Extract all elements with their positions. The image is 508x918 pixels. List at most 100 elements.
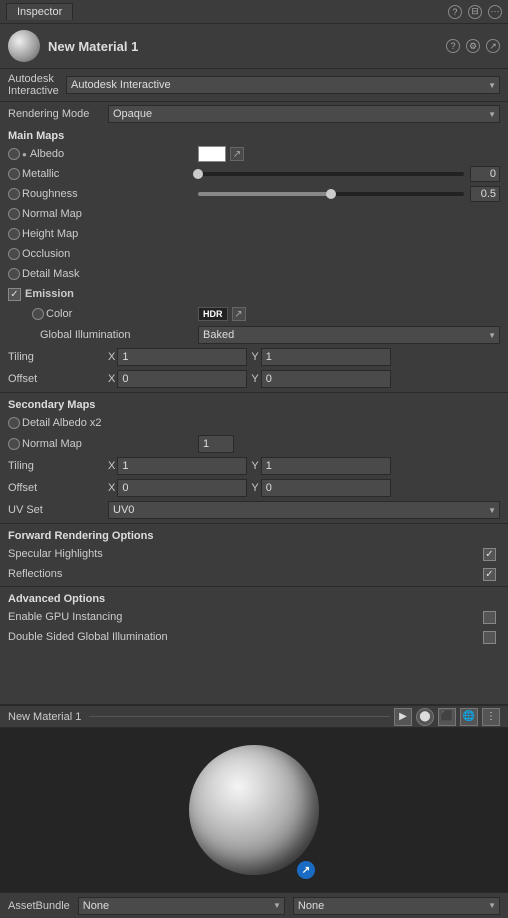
secondary-maps-header: Secondary Maps [0,395,508,413]
secondary-normalmap-icon [8,438,20,450]
offset2-xy-fields: X Y [108,479,500,497]
tiling-row: Tiling X Y [0,346,508,368]
normalmap-row: Normal Map [0,204,508,224]
more-icon[interactable]: ⋯ [488,5,502,19]
uvset-dropdown[interactable]: UV0 [108,501,500,519]
tiling2-label: Tiling [8,460,108,472]
offset2-x-label: X [108,482,115,494]
roughness-thumb [326,189,336,199]
material-name: New Material 1 [48,39,438,54]
preview-mode-btn[interactable]: 🌐 [460,708,478,726]
help-icon[interactable]: ? [448,5,462,19]
properties-scroll[interactable]: Rendering Mode Opaque ▼ Main Maps Albedo… [0,102,508,742]
preview-interact-btn[interactable]: ↗ [297,861,315,879]
specular-label: Specular Highlights [8,548,483,560]
detail-albedo-row: Detail Albedo x2 [0,413,508,433]
material-header: New Material 1 ? ⚙ ↗ [0,24,508,69]
offset2-x-field[interactable] [117,479,247,497]
expand-material-icon[interactable]: ↗ [486,39,500,53]
secondary-normalmap-label-group: Normal Map [8,438,198,450]
reflections-label: Reflections [8,568,483,580]
tiling2-x-field[interactable] [117,457,247,475]
offset-y-group: Y [251,370,390,388]
heightmap-circle-icon [8,228,20,240]
tiling-y-field[interactable] [261,348,391,366]
preview-interact-icon: ↗ [302,865,310,876]
asset-bundle-dropdown[interactable]: None [78,897,285,915]
metallic-value[interactable]: 0 [470,166,500,182]
offset-y-field[interactable] [261,370,391,388]
preview-more-btn[interactable]: ⋮ [482,708,500,726]
inspector-tab-label: Inspector [17,6,62,18]
offset-x-field[interactable] [117,370,247,388]
shader-row: Autodesk Interactive Autodesk Interactiv… [0,69,508,102]
emission-color-circle-icon [32,308,44,320]
roughness-slider-track[interactable] [198,192,464,196]
detailmask-label: Detail Mask [22,268,122,280]
asset-bundle-dropdown-wrapper[interactable]: None ▼ [78,897,285,915]
help-material-icon[interactable]: ? [446,39,460,53]
metallic-slider-container: 0 [198,166,500,182]
secondary-normalmap-field[interactable] [198,435,234,453]
tiling-x-label: X [108,351,115,363]
albedo-color-swatch[interactable] [198,146,226,162]
asset-bundle-bar: AssetBundle None ▼ None ▼ [0,892,508,918]
roughness-value[interactable]: 0.5 [470,186,500,202]
secondary-normalmap-label: Normal Map [22,438,122,450]
asset-bundle-variant-wrapper[interactable]: None ▼ [293,897,500,915]
preview-icons: ▶ ⬤ ⬛ 🌐 ⋮ [394,708,500,726]
detail-albedo-label-group: Detail Albedo x2 [8,417,198,429]
preview-sphere-btn[interactable]: ⬤ [416,708,434,726]
tiling2-xy-fields: X Y [108,457,500,475]
shader-dropdown[interactable]: Autodesk Interactive [66,76,500,94]
detailmask-circle-icon [8,268,20,280]
reflections-row: Reflections [0,564,508,584]
tiling-y-group: Y [251,348,390,366]
main-maps-label: Main Maps [8,130,64,142]
emission-checkbox[interactable] [8,288,21,301]
main-maps-header: Main Maps [0,126,508,144]
preview-cube-btn[interactable]: ⬛ [438,708,456,726]
shader-label: Autodesk Interactive [8,73,58,97]
forward-rendering-label: Forward Rendering Options [8,530,153,542]
double-sided-gi-checkbox[interactable] [483,631,496,644]
hdr-button[interactable]: HDR [198,307,228,321]
reflections-checkbox[interactable] [483,568,496,581]
asset-bundle-variant-dropdown[interactable]: None [293,897,500,915]
forward-rendering-header: Forward Rendering Options [0,526,508,544]
gi-label: Global Illumination [40,329,131,341]
offset2-y-field[interactable] [261,479,391,497]
preview-name: New Material 1 [8,711,81,723]
metallic-slider-track[interactable] [198,172,464,176]
gpu-instancing-checkbox[interactable] [483,611,496,624]
preview-play-btn[interactable]: ▶ [394,708,412,726]
tiling2-y-group: Y [251,457,390,475]
gi-dropdown[interactable]: Baked [198,326,500,344]
roughness-label-group: Roughness [8,188,198,200]
advanced-options-header: Advanced Options [0,589,508,607]
emission-pick-icon[interactable]: ↗ [232,307,246,321]
gpu-instancing-row: Enable GPU Instancing [0,607,508,627]
roughness-label: Roughness [22,188,122,200]
shader-dropdown-wrapper[interactable]: Autodesk Interactive ▼ [66,76,500,94]
uvset-dropdown-wrapper[interactable]: UV0 ▼ [108,501,500,519]
specular-checkbox[interactable] [483,548,496,561]
tiling-x-field[interactable] [117,348,247,366]
gi-dropdown-wrapper[interactable]: Baked ▼ [198,326,500,344]
rendering-mode-dropdown-wrapper[interactable]: Opaque ▼ [108,105,500,123]
offset2-y-label: Y [251,482,258,494]
gpu-instancing-label: Enable GPU Instancing [8,611,483,623]
material-title-section: New Material 1 [48,39,438,54]
double-sided-gi-label: Double Sided Global Illumination [8,631,483,643]
offset-x-label: X [108,373,115,385]
offset2-y-group: Y [251,479,390,497]
gi-row: Global Illumination Baked ▼ [0,324,508,346]
rendering-mode-dropdown[interactable]: Opaque [108,105,500,123]
offset2-row: Offset X Y [0,477,508,499]
tiling2-y-field[interactable] [261,457,391,475]
lock-icon[interactable]: ⊟ [468,5,482,19]
inspector-tab[interactable]: Inspector [6,3,73,20]
albedo-pick-icon[interactable]: ↗ [230,147,244,161]
settings-material-icon[interactable]: ⚙ [466,39,480,53]
offset2-x-group: X [108,479,247,497]
